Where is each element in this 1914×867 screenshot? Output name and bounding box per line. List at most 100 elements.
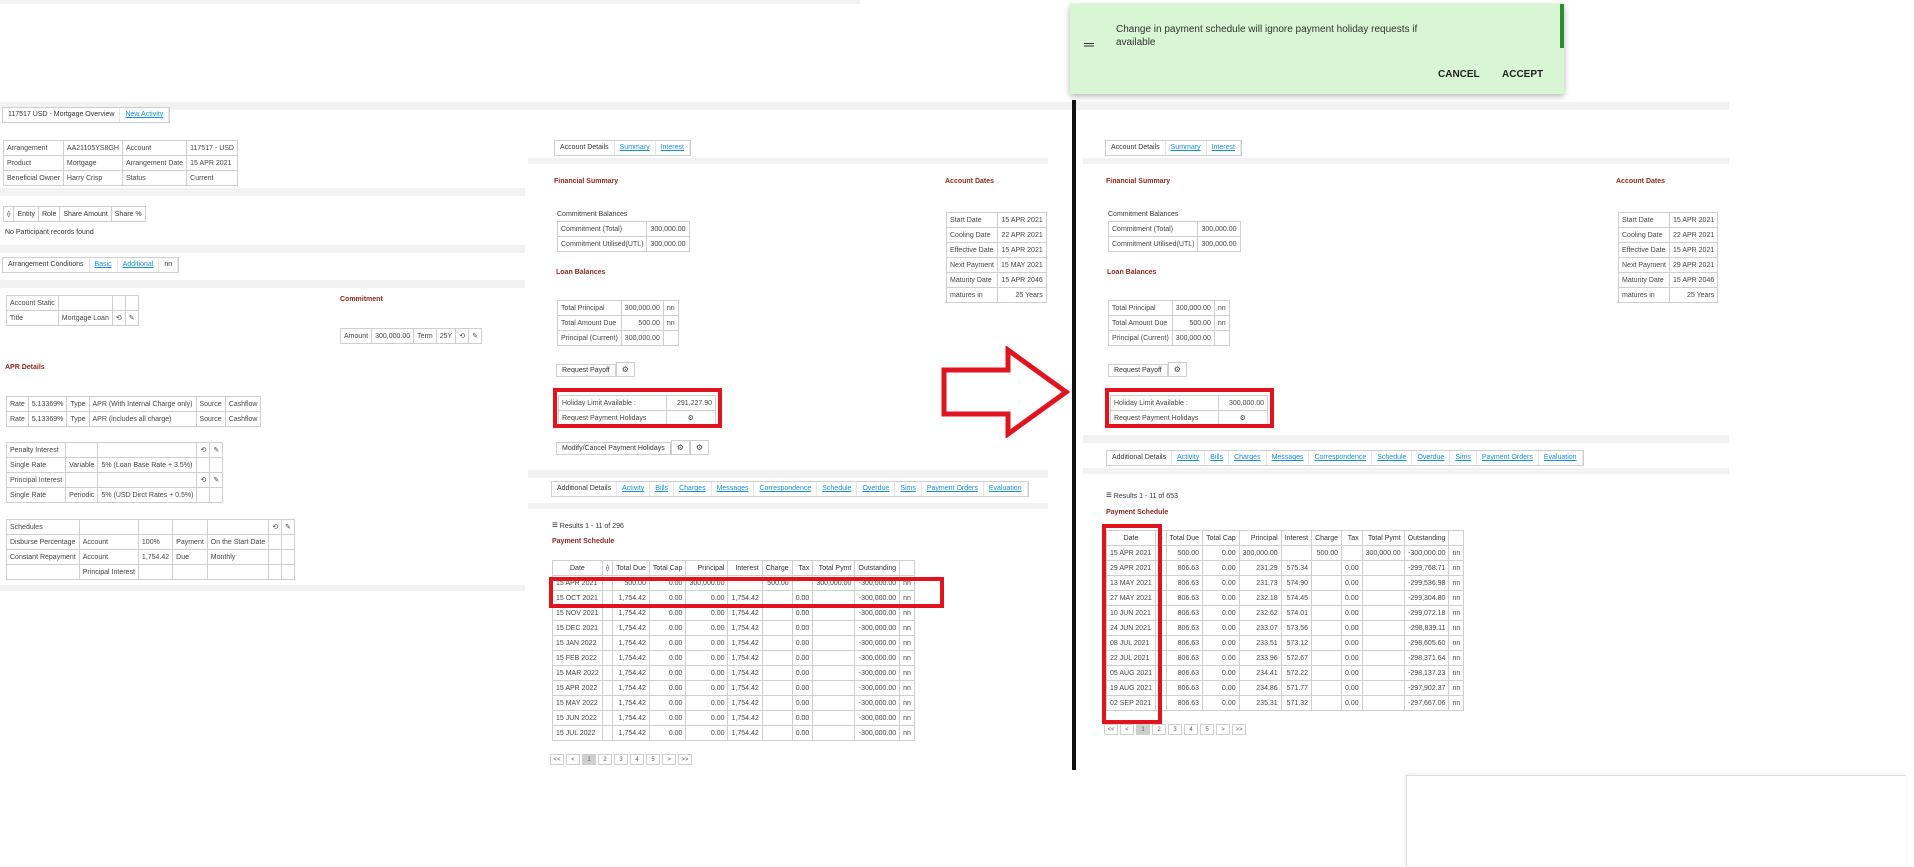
table-cell: 574.01 [1280,605,1313,621]
tab-payment-orders[interactable]: Payment Orders [922,482,984,496]
page-button[interactable]: 5 [1200,724,1214,735]
request-payoff-button[interactable]: Request Payoff [1108,364,1168,377]
expand-icon[interactable]: ⟠ [2,206,15,222]
table-cell[interactable]: nn [1213,300,1230,316]
page-button[interactable]: 5 [646,754,660,765]
tab-overdue[interactable]: Overdue [857,482,896,496]
tab-additional-details[interactable]: Additional Details [1107,451,1173,465]
table-cell[interactable]: nn [1448,695,1465,711]
tab-correspondence[interactable]: Correspondence [1309,451,1373,465]
gear-icon[interactable]: ⚙ [670,440,690,455]
accept-button[interactable]: ACCEPT [1502,69,1543,80]
table-cell[interactable]: nn [1448,680,1465,696]
page-button[interactable]: 1 [582,754,596,765]
page-button[interactable]: 3 [614,754,628,765]
page-button[interactable]: 4 [630,754,644,765]
tab-activity[interactable]: Activity [1172,451,1206,465]
tab-evaluation[interactable]: Evaluation [1539,451,1583,465]
edit-icon[interactable]: ✎ [468,328,482,344]
table-cell: 806.63 [1165,620,1204,636]
edit-icon[interactable]: ✎ [124,310,139,326]
tab-more[interactable]: nn [159,258,179,272]
gear-icon[interactable]: ⚙ [615,362,635,377]
tab-interest[interactable]: Interest [656,141,690,155]
page-button[interactable]: >> [678,754,692,765]
tab-bills[interactable]: Bills [650,482,675,496]
expand-icon[interactable]: ⟠ [601,560,614,576]
refresh-icon[interactable]: ⟲ [196,442,211,458]
tab-additional[interactable]: Additional [118,258,160,272]
table-cell[interactable]: nn [899,725,915,741]
edit-icon[interactable]: ✎ [281,519,296,535]
page-button[interactable]: << [1104,724,1118,735]
modify-holidays-button[interactable]: Modify/Cancel Payment Holidays [556,442,671,455]
cancel-button[interactable]: CANCEL [1438,69,1480,80]
page-button[interactable]: 4 [1184,724,1198,735]
table-cell[interactable]: nn [1448,650,1465,666]
tab-schedule[interactable]: Schedule [1372,451,1413,465]
table-cell[interactable]: nn [1213,315,1230,331]
tab-sims[interactable]: Sims [1450,451,1477,465]
page-button[interactable]: << [550,754,564,765]
table-cell[interactable]: nn [1448,605,1465,621]
tab-evaluation[interactable]: Evaluation [984,482,1028,496]
tab-summary[interactable]: Summary [1166,141,1207,155]
tab-messages[interactable]: Messages [712,482,755,496]
refresh-icon[interactable]: ⟲ [111,310,126,326]
table-cell[interactable]: nn [899,650,915,666]
tab-overdue[interactable]: Overdue [1412,451,1451,465]
menu-icon[interactable]: ≡ [552,520,558,531]
tab-bills[interactable]: Bills [1205,451,1230,465]
refresh-icon[interactable]: ⟲ [455,328,470,344]
tab-charges[interactable]: Charges [1229,451,1267,465]
table-cell[interactable]: nn [899,710,915,726]
table-cell[interactable]: nn [1448,575,1465,591]
page-button[interactable]: < [566,754,580,765]
page-button[interactable]: 1 [1136,724,1150,735]
table-cell[interactable]: nn [899,620,915,636]
page-button[interactable]: > [662,754,676,765]
edit-icon[interactable]: ✎ [209,442,224,458]
table-cell[interactable]: nn [899,695,915,711]
tab-account-details[interactable]: Account Details [1106,141,1166,155]
tab-messages[interactable]: Messages [1267,451,1310,465]
table-cell[interactable]: nn [1448,665,1465,681]
table-cell[interactable]: nn [1448,635,1465,651]
table-cell[interactable]: nn [1448,545,1465,561]
page-button[interactable]: 2 [1152,724,1166,735]
page-button[interactable]: > [1216,724,1230,735]
tab-interest[interactable]: Interest [1207,141,1241,155]
gear-icon[interactable]: ⚙ [1167,362,1187,377]
table-cell[interactable]: nn [662,315,679,331]
tab-correspondence[interactable]: Correspondence [754,482,818,496]
page-button[interactable]: 3 [1168,724,1182,735]
table-cell[interactable]: nn [899,680,915,696]
menu-icon[interactable]: ≡ [1106,490,1112,501]
table-cell[interactable]: nn [662,300,679,316]
table-cell[interactable]: nn [899,635,915,651]
edit-icon[interactable]: ✎ [209,472,224,488]
request-payoff-button[interactable]: Request Payoff [556,364,616,377]
refresh-icon[interactable]: ⟲ [268,519,283,535]
table-cell[interactable]: nn [1448,590,1465,606]
tab-new-activity[interactable]: New Activity [120,108,170,122]
table-cell[interactable]: nn [1448,620,1465,636]
page-button[interactable]: 2 [598,754,612,765]
gear-icon[interactable]: ⚙ [689,440,710,455]
tab-charges[interactable]: Charges [674,482,712,496]
page-button[interactable]: >> [1232,724,1246,735]
table-cell[interactable]: nn [899,665,915,681]
tab-account-details[interactable]: Account Details [555,141,615,155]
tab-summary[interactable]: Summary [615,141,656,155]
tab-arrangement-conditions[interactable]: Arrangement Conditions [3,258,90,272]
tab-schedule[interactable]: Schedule [817,482,858,496]
page-button[interactable]: < [1120,724,1134,735]
refresh-icon[interactable]: ⟲ [196,472,211,488]
tab-activity[interactable]: Activity [617,482,651,496]
tab-payment-orders[interactable]: Payment Orders [1477,451,1539,465]
table-cell[interactable]: nn [1448,560,1465,576]
tab-additional-details[interactable]: Additional Details [552,482,618,496]
tab-sims[interactable]: Sims [895,482,922,496]
tab-overview[interactable]: 117517 USD - Mortgage Overview [3,108,121,122]
tab-basic[interactable]: Basic [90,258,118,272]
